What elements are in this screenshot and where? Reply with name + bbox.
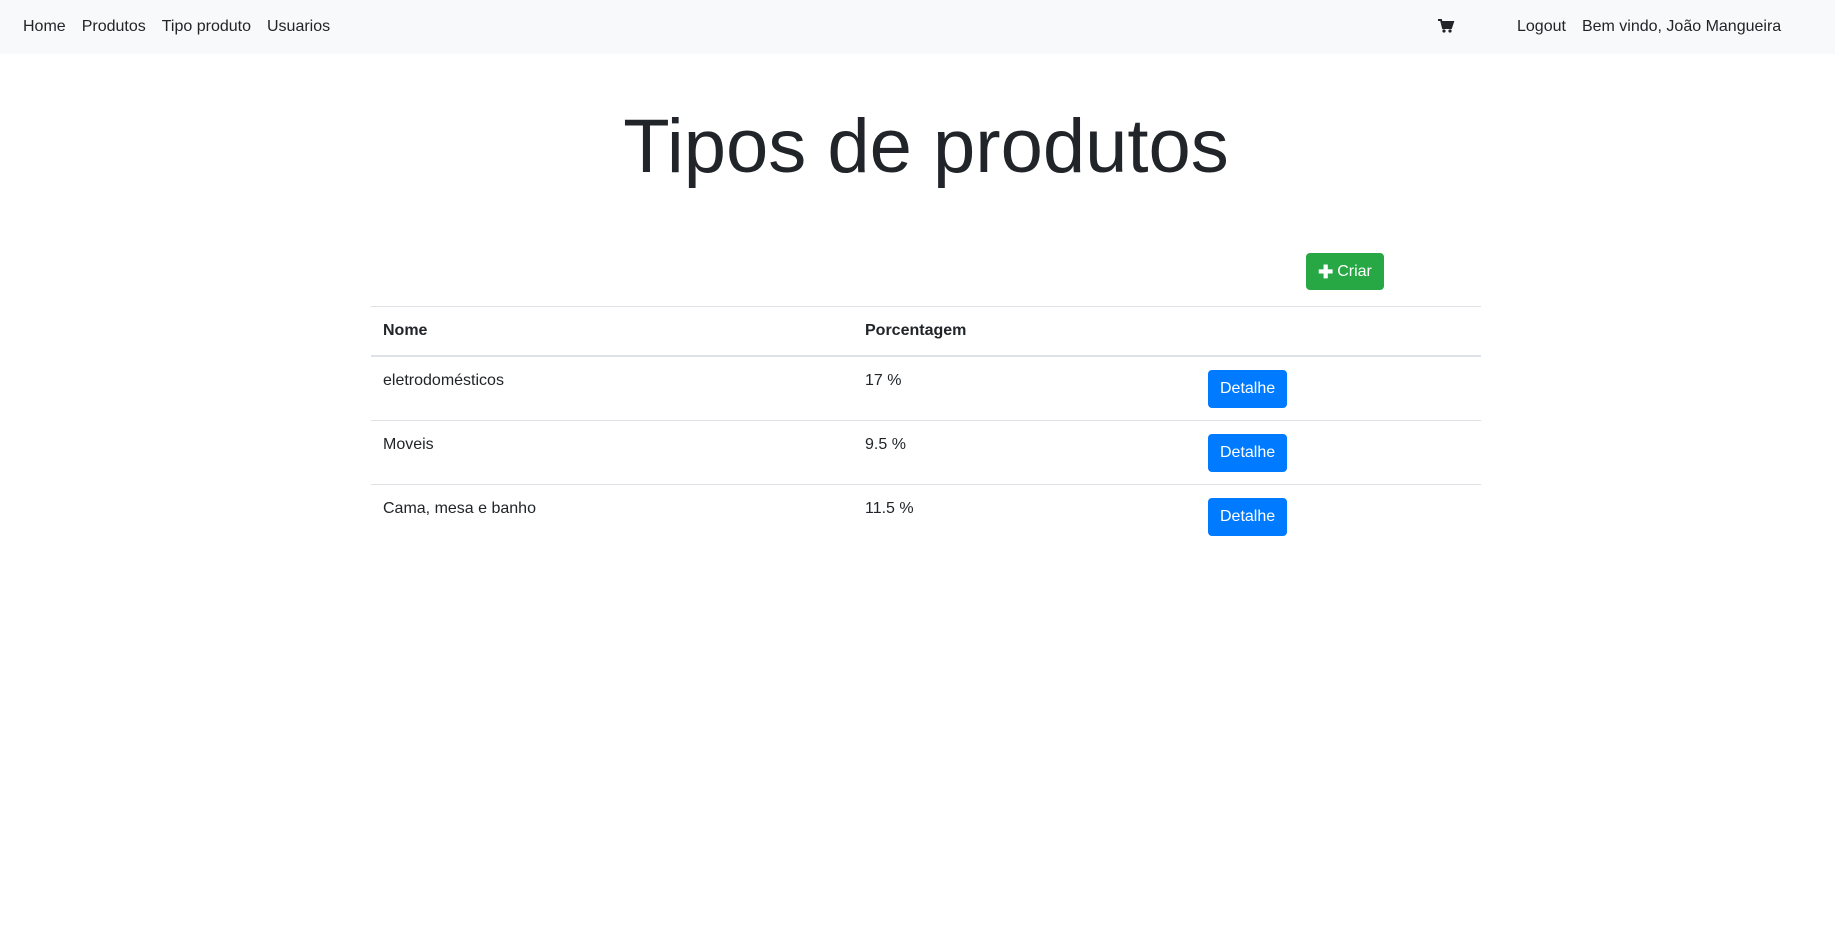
column-header-porcentagem: Porcentagem — [853, 306, 1196, 357]
page-title: Tipos de produtos — [623, 104, 1229, 189]
product-types-table: Nome Porcentagem eletrodomésticos 17 % D… — [371, 306, 1481, 548]
nav-link-usuarios[interactable]: Usuarios — [259, 0, 338, 54]
create-button-label: Criar — [1337, 262, 1372, 280]
nav-links: Home Produtos Tipo produto Usuarios — [15, 0, 338, 54]
column-header-nome: Nome — [371, 306, 853, 357]
logout-link[interactable]: Logout — [1509, 0, 1574, 54]
cell-nome: Cama, mesa e banho — [371, 484, 853, 548]
detail-button[interactable]: Detalhe — [1208, 434, 1288, 472]
cell-porcentagem: 11.5 % — [853, 484, 1196, 548]
table-row: Moveis 9.5 % Detalhe — [371, 420, 1481, 485]
nav-link-tipo-produto[interactable]: Tipo produto — [154, 0, 259, 54]
cell-nome: eletrodomésticos — [371, 355, 853, 421]
nav-user-area: Logout Bem vindo, João Mangueira — [1509, 0, 1781, 54]
table-header: Nome Porcentagem — [371, 306, 1481, 357]
cell-porcentagem: 9.5 % — [853, 420, 1196, 485]
table-body: eletrodomésticos 17 % Detalhe Moveis 9.5… — [371, 355, 1481, 548]
cell-porcentagem: 17 % — [853, 355, 1196, 421]
nav-link-produtos[interactable]: Produtos — [74, 0, 154, 54]
cart-icon[interactable] — [1437, 17, 1455, 35]
navbar: Home Produtos Tipo produto Usuarios Logo… — [0, 0, 1835, 54]
column-header-actions — [1196, 306, 1481, 357]
welcome-text: Bem vindo, João Mangueira — [1581, 18, 1782, 35]
cell-nome: Moveis — [371, 420, 853, 485]
table-row: Cama, mesa e banho 11.5 % Detalhe — [371, 484, 1481, 548]
create-button[interactable]: ✚ Criar — [1306, 253, 1384, 290]
nav-link-home[interactable]: Home — [15, 0, 74, 54]
plus-icon: ✚ — [1318, 261, 1334, 282]
cell-actions: Detalhe — [1196, 484, 1481, 548]
detail-button[interactable]: Detalhe — [1208, 498, 1288, 536]
cell-actions: Detalhe — [1196, 355, 1481, 421]
table-header-row: Nome Porcentagem — [371, 306, 1481, 357]
cell-actions: Detalhe — [1196, 420, 1481, 485]
detail-button[interactable]: Detalhe — [1208, 370, 1288, 408]
table-row: eletrodomésticos 17 % Detalhe — [371, 355, 1481, 421]
